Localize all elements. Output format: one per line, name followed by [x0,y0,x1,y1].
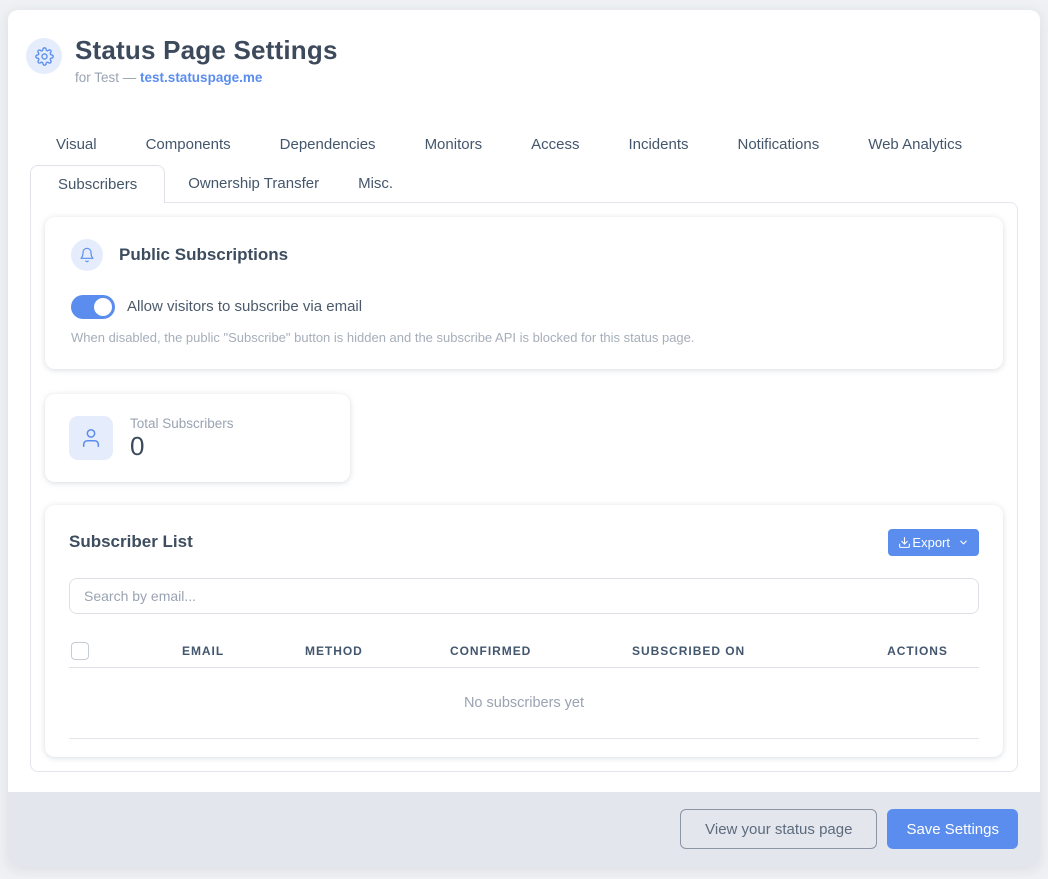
tab-components[interactable]: Components [130,127,247,162]
empty-state: No subscribers yet [69,668,979,739]
subscriber-table: EMAIL METHOD CONFIRMED SUBSCRIBED ON ACT… [69,635,979,739]
public-subscriptions-card: Public Subscriptions Allow visitors to s… [45,217,1003,369]
page-title: Status Page Settings [75,36,338,66]
tab-misc[interactable]: Misc. [342,165,409,202]
total-subscribers-card: Total Subscribers 0 [45,394,350,482]
select-all-checkbox[interactable] [71,642,89,660]
tab-notifications[interactable]: Notifications [722,127,836,162]
page-header: Status Page Settings for Test — test.sta… [8,10,1040,85]
subscribers-panel: Public Subscriptions Allow visitors to s… [30,202,1018,772]
tab-row-2: Subscribers Ownership Transfer Misc. [30,165,1018,202]
total-subscribers-value: 0 [130,433,234,459]
export-button-label: Export [912,535,950,550]
column-email: EMAIL [182,644,305,658]
subscriber-list-card: Subscriber List Export [45,505,1003,757]
subscribe-toggle-row: Allow visitors to subscribe via email [71,295,977,319]
tab-web-analytics[interactable]: Web Analytics [852,127,978,162]
settings-card: Status Page Settings for Test — test.sta… [8,10,1040,867]
public-subscriptions-header: Public Subscriptions [71,239,977,271]
save-settings-button[interactable]: Save Settings [887,809,1018,849]
column-method: METHOD [305,644,450,658]
column-actions: ACTIONS [856,644,979,658]
footer-actions: View your status page Save Settings [8,792,1040,867]
subscriber-list-header: Subscriber List Export [69,529,979,556]
title-block: Status Page Settings for Test — test.sta… [75,36,338,85]
column-subscribed-on: SUBSCRIBED ON [632,644,856,658]
tabs: Visual Components Dependencies Monitors … [8,127,1040,202]
public-subscriptions-title: Public Subscriptions [119,245,288,265]
download-icon [898,536,911,549]
tab-monitors[interactable]: Monitors [409,127,499,162]
column-confirmed: CONFIRMED [450,644,632,658]
status-page-link[interactable]: test.statuspage.me [140,70,262,85]
subscriber-list-title: Subscriber List [69,532,193,552]
table-header-row: EMAIL METHOD CONFIRMED SUBSCRIBED ON ACT… [69,635,979,668]
tab-incidents[interactable]: Incidents [612,127,704,162]
chevron-down-icon [958,537,969,548]
view-status-page-button[interactable]: View your status page [680,809,877,849]
stat-text: Total Subscribers 0 [130,416,234,459]
tab-row-1: Visual Components Dependencies Monitors … [30,127,1018,162]
gear-icon [26,38,62,74]
tab-ownership-transfer[interactable]: Ownership Transfer [172,165,335,202]
search-input[interactable] [69,578,979,614]
bell-icon [71,239,103,271]
tab-access[interactable]: Access [515,127,595,162]
export-button[interactable]: Export [888,529,979,556]
user-icon [69,416,113,460]
toggle-help-text: When disabled, the public "Subscribe" bu… [71,330,977,345]
page-subtitle: for Test — test.statuspage.me [75,70,338,85]
select-all-cell [69,642,182,660]
toggle-label: Allow visitors to subscribe via email [127,298,362,315]
allow-subscribe-toggle[interactable] [71,295,115,319]
tab-subscribers[interactable]: Subscribers [30,165,165,203]
subtitle-prefix: for Test — [75,70,136,85]
toggle-knob [94,298,112,316]
tab-visual[interactable]: Visual [40,127,113,162]
total-subscribers-label: Total Subscribers [130,416,234,431]
tab-dependencies[interactable]: Dependencies [264,127,392,162]
